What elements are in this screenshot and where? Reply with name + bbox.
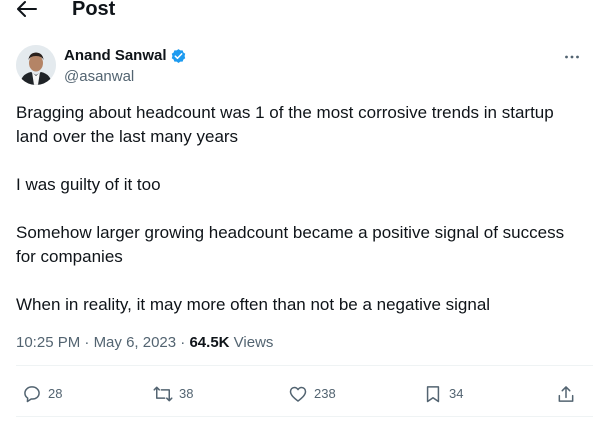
post-header: Post: [0, 0, 609, 22]
reply-count: 28: [48, 386, 63, 401]
share-icon: [558, 386, 574, 402]
tweet-paragraph: Somehow larger growing headcount became …: [16, 223, 565, 266]
repost-icon: [153, 386, 173, 402]
page-title: Post: [72, 0, 116, 20]
tweet-meta: 10:25 PM · May 6, 2023 · 64.5K Views: [16, 333, 273, 353]
heart-icon: [289, 386, 307, 402]
tweet-paragraph: I was guilty of it too: [16, 175, 161, 194]
tweet-time[interactable]: 10:25 PM: [16, 334, 80, 351]
views-label: Views: [233, 334, 274, 351]
tweet-date[interactable]: May 6, 2023: [94, 334, 177, 351]
views-count: 64.5K: [189, 334, 230, 351]
avatar-image: [16, 45, 56, 85]
reply-icon: [24, 386, 40, 403]
bookmark-button[interactable]: 34: [423, 383, 463, 405]
avatar[interactable]: [16, 45, 56, 85]
like-button[interactable]: 238: [288, 383, 336, 405]
author-handle[interactable]: @asanwal: [64, 67, 134, 87]
tweet-paragraph: Bragging about headcount was 1 of the mo…: [16, 103, 554, 146]
divider: [16, 365, 593, 366]
repost-count: 38: [179, 386, 194, 401]
bookmark-icon: [426, 386, 440, 403]
share-button[interactable]: [556, 383, 576, 405]
reply-button[interactable]: 28: [22, 383, 62, 405]
divider: [16, 416, 593, 417]
more-horizontal-icon[interactable]: [562, 47, 582, 67]
like-count: 238: [314, 386, 336, 401]
meta-separator: ·: [180, 334, 186, 351]
verified-badge-icon: [171, 49, 186, 63]
arrow-left-icon[interactable]: [17, 0, 37, 18]
tweet-paragraph: When in reality, it may more often than …: [16, 295, 491, 314]
meta-separator: ·: [84, 334, 90, 351]
repost-button[interactable]: 38: [153, 383, 193, 405]
author-name[interactable]: Anand Sanwal: [64, 46, 167, 66]
bookmark-count: 34: [449, 386, 464, 401]
